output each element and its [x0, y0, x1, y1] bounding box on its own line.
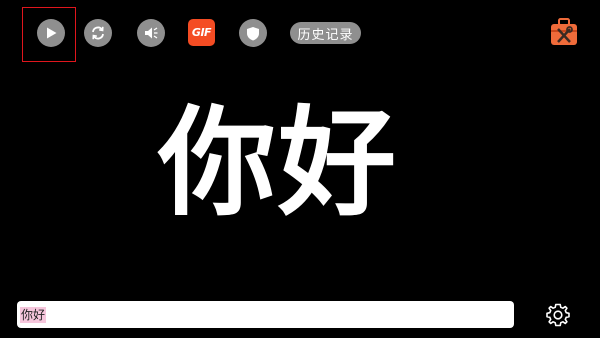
text-input-value: 你好: [20, 306, 47, 323]
shield-button[interactable]: [239, 19, 267, 47]
settings-button[interactable]: [545, 302, 571, 328]
toolbox-button[interactable]: [549, 17, 579, 47]
toolbox-icon: [549, 18, 579, 51]
shield-icon: [246, 26, 260, 41]
speaker-muted-icon: [143, 25, 159, 41]
refresh-button[interactable]: [84, 19, 112, 47]
mute-button[interactable]: [137, 19, 165, 47]
text-input[interactable]: 你好: [17, 301, 514, 328]
display-text: 你好: [157, 94, 398, 232]
gif-button[interactable]: GIF: [188, 19, 215, 46]
selection-highlight-box: [22, 7, 76, 62]
history-label: 历史记录: [297, 27, 354, 43]
gear-icon: [545, 303, 571, 332]
history-button[interactable]: 历史记录: [290, 22, 361, 44]
gif-label: GIF: [191, 26, 212, 39]
refresh-icon: [90, 25, 106, 41]
